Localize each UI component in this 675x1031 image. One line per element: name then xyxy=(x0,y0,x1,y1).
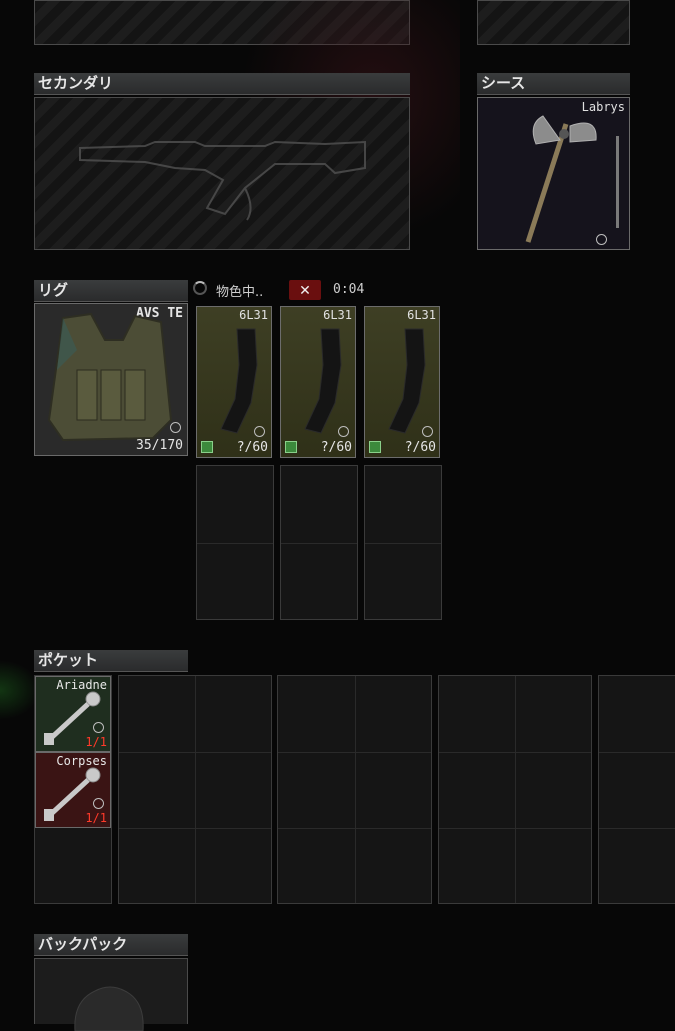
key-count: 1/1 xyxy=(85,811,107,825)
magazine-name: 6L31 xyxy=(407,308,436,322)
ammo-icon xyxy=(369,441,381,453)
rig-slot[interactable]: AVS TE 35/170 xyxy=(34,303,188,456)
rig-capacity: 35/170 xyxy=(136,438,183,453)
search-timer: 0:04 xyxy=(333,282,365,297)
magazine-item[interactable]: 6L31 ?/60 xyxy=(196,306,272,458)
pocket-grid[interactable] xyxy=(277,675,432,904)
pockets-title: ポケット xyxy=(38,651,99,669)
pocket-grid[interactable] xyxy=(438,675,592,904)
ammo-icon xyxy=(285,441,297,453)
sheath-slot[interactable]: Labrys xyxy=(477,97,630,250)
rig-empty-slot[interactable] xyxy=(364,465,442,620)
found-in-raid-check-icon xyxy=(596,234,607,245)
found-in-raid-check-icon xyxy=(93,798,104,809)
sheath-scrollbar[interactable] xyxy=(616,136,619,228)
magazine-icon xyxy=(220,328,258,434)
secondary-header: セカンダリ xyxy=(34,73,410,95)
axe-icon xyxy=(525,115,597,243)
rig-empty-slot[interactable] xyxy=(280,465,358,620)
sheath-title: シース xyxy=(481,74,526,92)
search-status-text: 物色中.. xyxy=(216,285,264,300)
backpack-header: バックパック xyxy=(34,934,188,956)
found-in-raid-check-icon xyxy=(338,426,349,437)
magazine-name: 6L31 xyxy=(239,308,268,322)
magazine-item[interactable]: 6L31 ?/60 xyxy=(364,306,440,458)
magazine-icon xyxy=(388,328,426,434)
magazine-count: ?/60 xyxy=(236,440,268,455)
pockets-header: ポケット xyxy=(34,650,188,672)
rig-empty-slot[interactable] xyxy=(196,465,274,620)
sheath-header: シース xyxy=(477,73,630,95)
ammo-icon xyxy=(201,441,213,453)
magazine-count: ?/60 xyxy=(404,440,436,455)
magazine-count: ?/60 xyxy=(320,440,352,455)
secondary-weapon-slot[interactable] xyxy=(34,97,410,250)
vest-icon xyxy=(47,312,173,442)
backpack-title: バックパック xyxy=(38,935,128,953)
found-in-raid-check-icon xyxy=(422,426,433,437)
cancel-search-button[interactable]: ✕ xyxy=(289,280,321,300)
rifle-placeholder-icon xyxy=(79,140,366,221)
found-in-raid-check-icon xyxy=(254,426,265,437)
secondary-title: セカンダリ xyxy=(38,74,114,92)
rig-title: リグ xyxy=(38,281,69,299)
magazine-icon xyxy=(304,328,342,434)
key-item[interactable]: Corpses 1/1 xyxy=(35,752,111,828)
key-item[interactable]: Ariadne 1/1 xyxy=(35,676,111,752)
search-spinner-icon xyxy=(193,281,207,295)
holster-slot-partial[interactable] xyxy=(477,0,630,45)
rig-header: リグ xyxy=(34,280,188,302)
found-in-raid-check-icon xyxy=(170,422,181,433)
pocket-grid[interactable] xyxy=(598,675,675,904)
pocket-grid[interactable] xyxy=(118,675,272,904)
found-in-raid-check-icon xyxy=(93,722,104,733)
magazine-name: 6L31 xyxy=(323,308,352,322)
close-icon: ✕ xyxy=(299,283,311,299)
backpack-slot[interactable] xyxy=(34,958,188,1031)
magazine-item[interactable]: 6L31 ?/60 xyxy=(280,306,356,458)
key-count: 1/1 xyxy=(85,735,107,749)
